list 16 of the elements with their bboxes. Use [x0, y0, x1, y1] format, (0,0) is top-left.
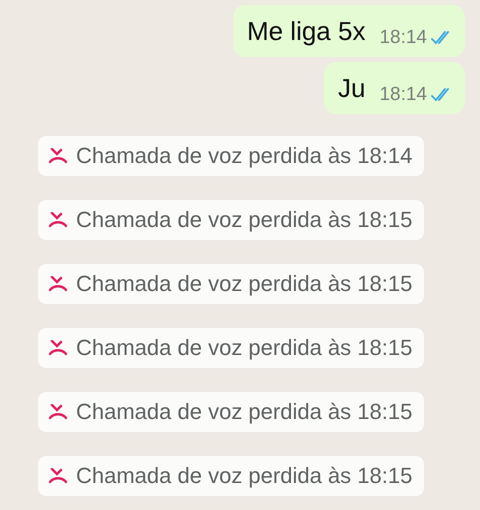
message-time: 18:14 [379, 27, 427, 49]
message-text: Ju [338, 72, 366, 104]
missed-call-icon [48, 212, 68, 228]
missed-call-icon [48, 468, 68, 484]
message-text: Me liga 5x [246, 16, 366, 46]
message-time: 18:14 [379, 84, 427, 106]
missed-call-text: Chamada de voz perdida às 18:15 [76, 463, 412, 489]
missed-call-text: Chamada de voz perdida às 18:15 [76, 335, 412, 361]
missed-call-text: Chamada de voz perdida às 18:15 [76, 271, 412, 297]
missed-call-icon [48, 148, 68, 164]
missed-call-text: Chamada de voz perdida às 18:14 [76, 143, 412, 169]
missed-call-text: Chamada de voz perdida às 18:15 [76, 207, 412, 233]
missed-call-text: Chamada de voz perdida às 18:15 [76, 399, 412, 425]
missed-call-icon [48, 276, 68, 292]
missed-call-icon [48, 340, 68, 356]
missed-call-icon [48, 404, 68, 420]
